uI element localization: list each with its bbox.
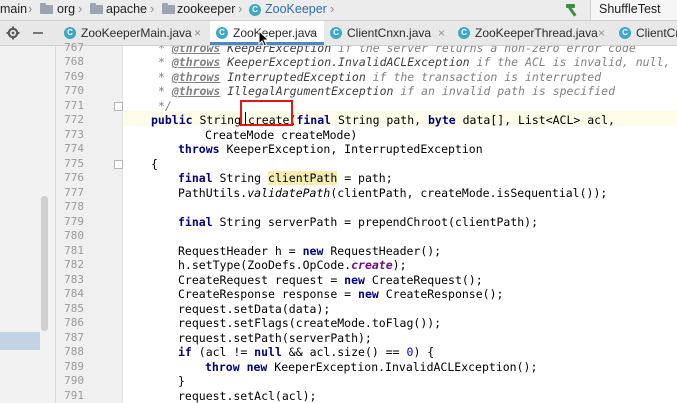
code-line-783: h.setType(ZooDefs.OpCode.create); — [178, 258, 407, 272]
close-icon[interactable]: × — [438, 26, 445, 40]
class-icon: C — [458, 27, 470, 39]
line-number: 785 — [64, 302, 84, 315]
code-line-787: request.setFlags(createMode.toFlag()); — [178, 316, 442, 330]
code-line-778: PathUtils.validatePath(clientPath, creat… — [178, 186, 608, 200]
line-number: 768 — [64, 55, 84, 68]
code-line-782: RequestHeader h = new RequestHeader(); — [178, 244, 442, 258]
code-line-785: CreateResponse response = new CreateResp… — [178, 287, 504, 301]
line-number: 771 — [64, 99, 84, 112]
line-number: 777 — [64, 186, 84, 199]
close-icon[interactable]: × — [309, 26, 316, 40]
folder-icon — [40, 3, 53, 14]
line-number: 786 — [64, 316, 84, 329]
folder-icon — [162, 3, 175, 14]
folder-icon — [90, 3, 103, 14]
code-line-789: if (acl != null && acl.size() == 0) { — [178, 345, 435, 359]
project-toolbar — [0, 21, 55, 45]
code-line-768: * @throws KeeperException.InvalidACLExce… — [158, 55, 677, 69]
class-icon: C — [330, 27, 342, 39]
code-line-773: CreateMode createMode) — [205, 128, 358, 142]
code-line-777: final String clientPath = path; — [178, 171, 393, 185]
line-number: 778 — [64, 200, 84, 213]
line-number-gutter: 767 768 769 770 771 772 773 774 775 776 … — [56, 41, 123, 403]
gear-icon[interactable] — [6, 26, 20, 40]
class-icon: C — [619, 27, 631, 39]
close-icon[interactable]: × — [598, 26, 605, 40]
breadcrumb-current[interactable]: ZooKeeper — [265, 2, 327, 16]
annotation-highlight-box — [240, 100, 293, 126]
class-icon: C — [216, 27, 228, 39]
code-line-791: } — [178, 374, 185, 388]
line-number: 773 — [64, 128, 84, 141]
line-number: 772 — [64, 113, 84, 126]
code-line-769: * @throws InterruptedException if the tr… — [158, 70, 602, 84]
line-number: 780 — [64, 229, 84, 242]
line-number: 784 — [64, 287, 84, 300]
run-configuration-selector[interactable]: ShuffleTest — [590, 0, 677, 20]
class-icon: C — [249, 4, 261, 16]
breadcrumb-org[interactable]: org — [57, 2, 75, 16]
project-panel — [0, 46, 56, 403]
line-number: 770 — [64, 84, 84, 97]
code-line-771: */ — [158, 99, 172, 113]
breadcrumb-main[interactable]: main — [0, 2, 27, 16]
line-number: 774 — [64, 142, 84, 155]
collapse-icon[interactable] — [31, 26, 45, 40]
tab-label: ZooKeeper.java — [233, 26, 318, 40]
code-line-775: { — [151, 157, 158, 171]
code-line-784: CreateRequest request = new CreateReques… — [178, 273, 483, 287]
editor-tab-bar: C ZooKeeperMain.java × C ZooKeeper.java … — [0, 21, 677, 46]
tab-clientcnxn[interactable]: C ClientCnxn.java × — [324, 21, 452, 45]
fold-marker-icon[interactable] — [114, 102, 123, 111]
chevron-right-icon: › — [238, 1, 243, 16]
line-number: 788 — [64, 345, 84, 358]
line-number: 782 — [64, 258, 84, 271]
code-line-774: throws KeeperException, InterruptedExcep… — [178, 142, 483, 156]
mouse-pointer-icon — [258, 30, 270, 47]
close-icon[interactable]: × — [194, 26, 201, 40]
selected-tree-row[interactable] — [0, 332, 40, 350]
chevron-right-icon: › — [28, 1, 33, 16]
class-icon: C — [64, 27, 76, 39]
code-line-770: * @throws IllegalArgumentException if an… — [158, 84, 615, 98]
line-number: 787 — [64, 331, 84, 344]
fold-marker-icon[interactable] — [114, 160, 123, 169]
code-line-790: throw new KeeperException.InvalidACLExce… — [205, 360, 538, 374]
code-line-772: public String create(final String path, … — [151, 113, 615, 127]
breadcrumb-apache[interactable]: apache — [106, 2, 147, 16]
line-number: 791 — [64, 389, 84, 402]
build-hammer-icon[interactable] — [564, 2, 580, 18]
line-number: 783 — [64, 273, 84, 286]
tab-zookeeperthread[interactable]: C ZooKeeperThread.java × — [452, 21, 613, 45]
line-number: 781 — [64, 244, 84, 257]
code-line-767: * @throws KeeperException if the server … — [158, 46, 636, 55]
code-line-792: request.setAcl(acl); — [178, 389, 317, 403]
scrollbar[interactable] — [41, 196, 48, 331]
tab-label: ZooKeeperMain.java — [81, 26, 192, 40]
chevron-right-icon: › — [330, 1, 335, 16]
line-number: 789 — [64, 360, 84, 373]
chevron-right-icon: › — [150, 1, 155, 16]
code-line-788: request.setPath(serverPath); — [178, 331, 372, 345]
text-caret — [245, 112, 246, 125]
code-line-786: request.setData(data); — [178, 302, 331, 316]
line-number: 769 — [64, 70, 84, 83]
run-configuration-label: ShuffleTest — [599, 2, 661, 16]
tab-label: ClientCn — [636, 26, 677, 40]
line-number: 790 — [64, 374, 84, 387]
line-number: 779 — [64, 215, 84, 228]
navigation-bar: main › org › apache › zookeeper › C ZooK… — [0, 0, 677, 21]
tab-clientcnxn-truncated[interactable]: C ClientCn — [613, 21, 677, 45]
tab-label: ZooKeeperThread.java — [475, 26, 598, 40]
code-editor[interactable]: * @throws KeeperException if the server … — [123, 46, 677, 403]
line-number: 767 — [64, 41, 84, 54]
line-number: 776 — [64, 171, 84, 184]
chevron-right-icon: › — [78, 1, 83, 16]
breadcrumb-zookeeper[interactable]: zookeeper — [177, 2, 235, 16]
tab-label: ClientCnxn.java — [347, 26, 432, 40]
code-line-780: final String serverPath = prependChroot(… — [178, 215, 539, 229]
line-number: 775 — [64, 157, 84, 170]
